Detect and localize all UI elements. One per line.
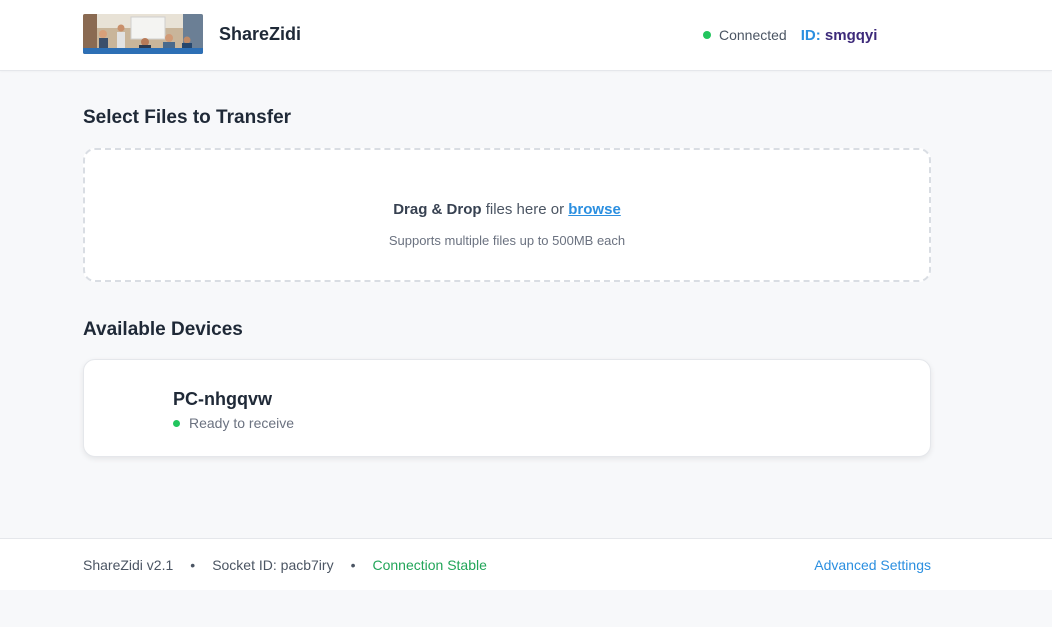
app-header: ShareZidi Connected ID: smgqyi <box>0 0 1052 71</box>
footer-separator: • <box>190 557 196 573</box>
advanced-settings-link[interactable]: Advanced Settings <box>814 557 931 573</box>
file-size-hint: Supports multiple files up to 500MB each <box>388 233 626 248</box>
user-id: ID: smgqyi <box>801 27 878 44</box>
app-footer: ShareZidi v2.1 • Socket ID: pacb7iry • C… <box>0 538 1052 590</box>
connection-status-text: Connected <box>719 27 787 43</box>
app-name: ShareZidi <box>219 24 302 44</box>
browse-link[interactable]: browse <box>568 201 621 218</box>
select-files-title: Select Files to Transfer <box>83 107 292 128</box>
dropzone-instructions: Drag & Drop files here or browse <box>85 201 929 218</box>
footer-separator: • <box>350 557 356 573</box>
user-id-value: smgqyi <box>824 26 878 44</box>
device-status: Ready to receive <box>173 415 294 431</box>
device-status-text: Ready to receive <box>189 415 295 431</box>
connection-status: Connected ID: smgqyi <box>703 25 877 45</box>
connection-stable-status: Connection Stable <box>372 557 487 573</box>
user-id-label: ID: <box>800 26 821 44</box>
device-name: PC-nhgqvw <box>173 389 272 409</box>
device-status-dot-icon <box>173 419 180 427</box>
file-dropzone[interactable]: Drag & Drop files here or browse Support… <box>83 148 931 282</box>
socket-id: Socket ID: pacb7iry <box>212 557 334 573</box>
app-version: ShareZidi v2.1 <box>83 557 174 573</box>
available-devices-title: Available Devices <box>83 319 243 340</box>
files-here-text: files here or <box>481 201 569 218</box>
footer-info: ShareZidi v2.1 • Socket ID: pacb7iry • C… <box>83 557 487 573</box>
drag-drop-text: Drag & Drop <box>393 201 482 218</box>
status-dot-icon <box>703 31 711 39</box>
team-photo-logo <box>83 14 203 54</box>
device-card[interactable]: PC-nhgqvw Ready to receive <box>83 359 931 457</box>
logo-image <box>83 14 203 54</box>
